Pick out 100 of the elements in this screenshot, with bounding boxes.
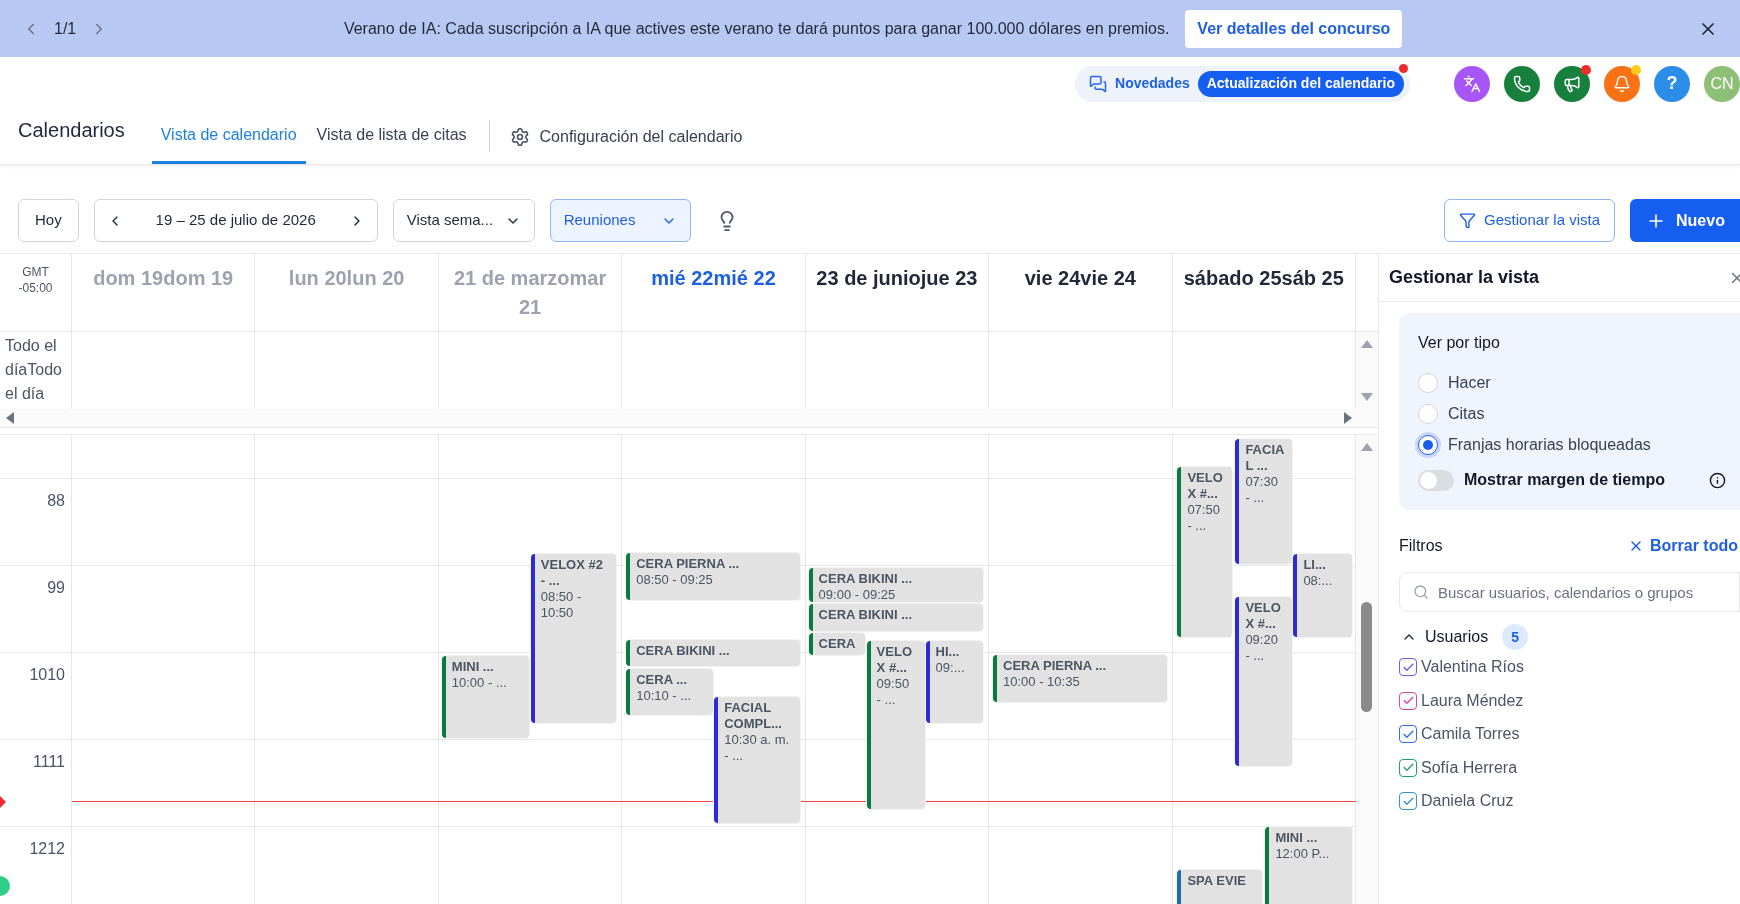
event-title: CERA BIKINI ... [636,643,731,659]
checkbox[interactable] [1399,658,1417,677]
scrollbar-thumb[interactable] [1361,602,1372,712]
event-time: 10:00 - ... [451,675,508,691]
phone-icon [1513,74,1531,93]
event-time: 09:20 - ... [1245,632,1279,664]
event-time: 10:10 - ... [636,688,693,704]
section-heading: Filtros [1399,536,1443,556]
calendar-settings-link[interactable]: Configuración del calendario [501,109,751,164]
filter-icon [1459,212,1477,229]
scroll-up-icon[interactable] [1361,340,1373,348]
event-card[interactable]: CERA [808,633,865,655]
all-day-label: Todo el díaTodo el día [5,336,63,404]
day-header[interactable]: mié 22mié 22 [651,264,776,331]
event-title: SPA EVIE [1187,873,1247,889]
event-card[interactable]: LI... 08:... [1293,554,1353,637]
today-button[interactable]: Hoy [18,199,79,242]
scroll-down-icon[interactable] [1361,393,1373,401]
event-card[interactable]: VELOX #... 09:20 - ... [1235,597,1293,766]
view-tab[interactable]: Vista de lista de citas [307,109,476,164]
toggle-switch[interactable] [1418,469,1454,491]
new-button[interactable]: Nuevo [1630,199,1740,242]
user-name: Camila Torres [1421,724,1520,745]
radio-label: Citas [1448,403,1485,424]
event-time: 09:50 - ... [876,676,911,708]
megaphone-button[interactable] [1554,65,1590,102]
radio-label: Franjas horarias bloqueadas [1448,434,1651,455]
page-title: Calendarios [18,118,125,143]
event-card[interactable]: SPA EVIE [1177,870,1263,904]
day-header[interactable]: vie 24vie 24 [1024,264,1136,331]
event-time: 12:00 P... [1275,846,1331,862]
event-card[interactable]: CERA ... 10:10 - ... [626,669,714,715]
user-name: Valentina Ríos [1421,657,1524,678]
event-card[interactable]: HI... 09:... [925,641,983,723]
event-title: FACIAL ... [1245,442,1285,474]
event-title: CERA [818,636,857,652]
event-title: MINI ... [451,659,495,675]
event-card[interactable]: FACIAL ... 07:30 - ... [1235,439,1293,564]
event-time: 09:... [935,660,966,676]
panel-title: Gestionar la vista [1389,266,1540,289]
event-title: CERA BIKINI ... [818,571,913,587]
event-time: 07:50 - ... [1187,502,1221,534]
event-card[interactable]: FACIAL COMPL... 10:30 a. m. - ... [714,697,801,823]
event-title: CERA ... [636,672,688,688]
event-title: FACIAL COMPL... [724,700,783,732]
user-name: Laura Méndez [1421,690,1524,711]
search-icon [1413,584,1429,600]
event-title: CERA BIKINI ... [818,607,913,623]
event-card[interactable]: VELOX #... 07:50 - ... [1177,467,1233,637]
clear-all-button[interactable]: Borrar todo [1628,534,1738,558]
event-time: 10:30 a. m. - ... [724,732,791,764]
contest-details-button[interactable]: Ver detalles del concurso [1185,9,1403,48]
hour-label: 88 [47,491,65,509]
scroll-right-icon[interactable] [1344,412,1352,424]
event-time: 08:50 - 09:25 [636,572,714,588]
event-time: 08:... [1303,573,1334,589]
calendar-select[interactable]: Reuniones [549,199,691,242]
event-card[interactable]: CERA BIKINI ... [626,640,801,666]
user-name: Daniela Cruz [1421,791,1514,812]
day-header[interactable]: sábado 25sáb 25 [1183,264,1344,331]
event-card[interactable]: VELOX #... 09:50 - ... [866,641,925,809]
event-title: MINI ... [1275,830,1319,846]
scroll-up-icon[interactable] [1361,443,1373,451]
user-name: Sofía Herrera [1421,757,1518,778]
event-card[interactable]: VELOX #2 - ... 08:50 - 10:50 [530,554,616,723]
date-range: 19 – 25 de julio de 2026 [155,210,316,231]
translate-button[interactable] [1454,65,1490,102]
event-card[interactable]: MINI ... 12:00 P... [1265,827,1353,904]
view-select[interactable]: Vista sema... [392,199,535,242]
event-card[interactable]: CERA BIKINI ... [808,604,983,631]
hour-label: 1111 [32,752,65,770]
group-label: Usuarios [1425,627,1489,647]
event-card[interactable]: CERA PIERNA ... 08:50 - 09:25 [626,553,801,600]
view-tab[interactable]: Vista de calendario [151,109,306,164]
timezone-label: -05:00 [18,280,53,296]
event-card[interactable]: CERA BIKINI ... 09:00 - 09:25 [808,568,983,602]
radio-button[interactable] [1418,434,1438,455]
event-title: CERA PIERNA ... [1003,658,1108,674]
help-button[interactable]: ? [1654,65,1690,102]
search-field[interactable]: Buscar usuarios, calendarios o grupos [1399,572,1740,612]
event-time: 10:00 - 10:35 [1003,674,1081,690]
event-card[interactable]: MINI ... 10:00 - ... [441,656,529,738]
info-icon[interactable] [1709,471,1726,489]
manage-view-button[interactable]: Gestionar la vista [1444,199,1615,242]
checkbox[interactable] [1399,758,1417,777]
calendar-update-badge[interactable]: Actualización del calendario [1197,70,1404,97]
timezone-label: GMT [22,264,49,280]
checkbox[interactable] [1399,691,1417,710]
news-label[interactable]: Novedades [1115,73,1190,94]
scroll-left-icon[interactable] [6,412,14,424]
event-card[interactable]: CERA PIERNA ... 10:00 - 10:35 [993,655,1167,702]
checkbox[interactable] [1399,725,1417,744]
event-title: HI... [935,644,961,660]
checkbox[interactable] [1399,792,1417,811]
day-header[interactable]: 23 de juniojue 23 [816,264,978,331]
section-heading: Ver por tipo [1418,333,1501,353]
megaphone-icon [1563,74,1581,93]
notifications-button[interactable] [1604,65,1640,102]
phone-button[interactable] [1504,65,1540,102]
chat-icon [1089,74,1107,93]
